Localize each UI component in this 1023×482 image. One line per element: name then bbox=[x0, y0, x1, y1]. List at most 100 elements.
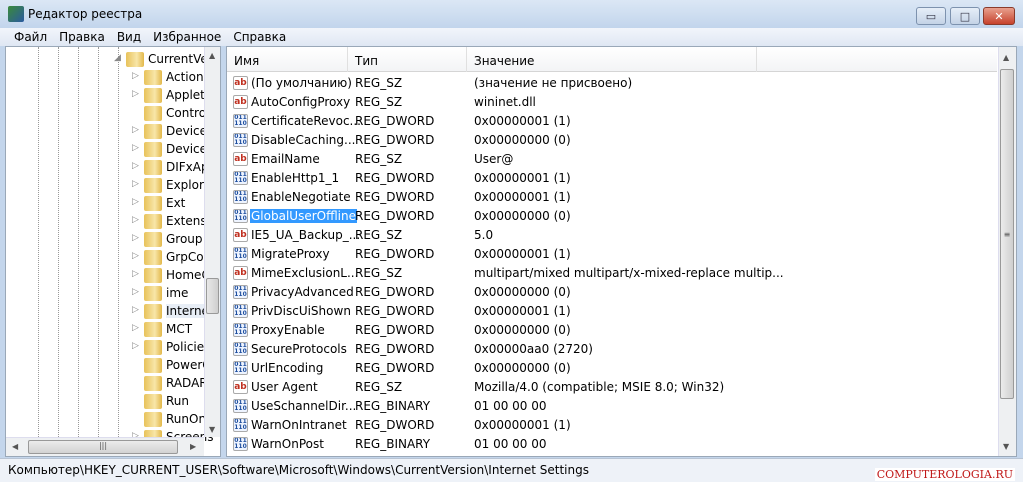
scroll-right-icon[interactable]: ▶ bbox=[190, 442, 196, 451]
expand-arrow-icon[interactable]: ▷ bbox=[132, 233, 139, 243]
tree-item[interactable]: ▷ Device bbox=[6, 140, 207, 158]
expand-arrow-icon[interactable]: ▷ bbox=[132, 341, 139, 351]
menu-help[interactable]: Справка bbox=[227, 28, 292, 46]
scroll-up-icon[interactable]: ▲ bbox=[1003, 53, 1009, 62]
folder-icon bbox=[144, 394, 162, 409]
tree-item[interactable]: ▷ Device bbox=[6, 122, 208, 140]
expand-arrow-icon[interactable]: ▷ bbox=[132, 215, 139, 225]
tree-item[interactable]: ▷ ime bbox=[6, 284, 206, 302]
folder-icon bbox=[144, 358, 162, 373]
minimize-button[interactable]: ▭ bbox=[916, 7, 946, 25]
table-row[interactable]: 011 110 PrivacyAdvanced REG_DWORD 0x0000000… bbox=[227, 283, 997, 302]
expand-arrow-icon[interactable]: ▷ bbox=[132, 143, 139, 153]
scroll-down-icon[interactable]: ▼ bbox=[1003, 442, 1009, 451]
expand-arrow-icon[interactable]: ▷ bbox=[132, 269, 139, 279]
menu-favorites[interactable]: Избранное bbox=[147, 28, 227, 46]
binary-value-icon: 011 110 bbox=[233, 323, 248, 337]
tree-item[interactable]: ▷ Policies bbox=[6, 338, 210, 356]
maximize-button[interactable]: □ bbox=[950, 7, 980, 25]
table-row[interactable]: 011 110 EnableNegotiate REG_DWORD 0x0000000… bbox=[227, 188, 997, 207]
menu-edit[interactable]: Правка bbox=[53, 28, 111, 46]
table-row[interactable]: ab IE5_UA_Backup_... REG_SZ 5.0 bbox=[227, 226, 997, 245]
folder-icon bbox=[144, 142, 162, 157]
expand-arrow-icon[interactable]: ▷ bbox=[132, 125, 139, 135]
scroll-left-icon[interactable]: ◀ bbox=[12, 442, 18, 451]
table-row[interactable]: ab User Agent REG_SZ Mozilla/4.0 (compatibl… bbox=[227, 378, 997, 397]
table-row[interactable]: 011 110 CertificateRevoc... REG_DWORD 0x000… bbox=[227, 112, 997, 131]
tree-item[interactable]: RADAR bbox=[6, 374, 208, 392]
list-scroll-thumb[interactable]: ≡ bbox=[1000, 69, 1014, 399]
value-data: 0x00000000 (0) bbox=[474, 323, 571, 337]
table-row[interactable]: ab EmailName REG_SZ User@ bbox=[227, 150, 997, 169]
table-row[interactable]: 011 110 DisableCaching... REG_DWORD 0x00000… bbox=[227, 131, 997, 150]
expand-arrow-icon[interactable]: ▷ bbox=[132, 251, 139, 261]
tree-item[interactable]: RunOn bbox=[6, 410, 206, 428]
binary-value-icon: 011 110 bbox=[233, 399, 248, 413]
table-row[interactable]: 011 110 ProxyEnable REG_DWORD 0x00000000 (0… bbox=[227, 321, 997, 340]
column-type[interactable]: Тип bbox=[348, 47, 467, 72]
tree-item[interactable]: ▷ Explore bbox=[6, 176, 211, 194]
tree-hscroll-thumb[interactable]: ||| bbox=[28, 440, 178, 454]
close-button[interactable]: ✕ bbox=[983, 7, 1015, 25]
tree-scroll-thumb[interactable] bbox=[206, 278, 219, 314]
expand-arrow-icon[interactable]: ▷ bbox=[132, 179, 139, 189]
value-data: 0x00000001 (1) bbox=[474, 247, 571, 261]
tree-item[interactable]: ▷ Action bbox=[6, 68, 206, 86]
folder-icon bbox=[144, 286, 162, 301]
tree-item-parent[interactable]: ◢ CurrentVer bbox=[6, 50, 213, 68]
folder-icon bbox=[144, 70, 162, 85]
table-row[interactable]: 011 110 MigrateProxy REG_DWORD 0x00000001 (… bbox=[227, 245, 997, 264]
tree-item[interactable]: ▷ MCT bbox=[6, 320, 206, 338]
table-row[interactable]: 011 110 SecureProtocols REG_DWORD 0x00000aa… bbox=[227, 340, 997, 359]
tree-item[interactable]: Run bbox=[6, 392, 206, 410]
column-name[interactable]: Имя bbox=[227, 47, 348, 72]
tree-item[interactable]: ▷ Interne bbox=[6, 302, 209, 320]
expand-arrow-icon[interactable]: ▷ bbox=[132, 323, 139, 333]
tree-item[interactable]: ▷ Applets bbox=[6, 86, 211, 104]
value-type: REG_DWORD bbox=[355, 114, 435, 128]
tree-item-label: Device bbox=[166, 124, 208, 138]
table-row[interactable]: 011 110 UrlEncoding REG_DWORD 0x00000000 (0… bbox=[227, 359, 997, 378]
tree-vertical-scrollbar[interactable] bbox=[204, 47, 220, 437]
expand-arrow-icon[interactable]: ▷ bbox=[132, 89, 139, 99]
folder-icon bbox=[144, 214, 162, 229]
table-row[interactable]: ab AutoConfigProxy REG_SZ wininet.dll bbox=[227, 93, 997, 112]
folder-icon bbox=[144, 124, 162, 139]
expanded-arrow-icon[interactable]: ◢ bbox=[114, 53, 121, 63]
values-list: Имя Тип Значение ab (По умолчанию) REG_SZ(… bbox=[226, 46, 1017, 457]
menu-view[interactable]: Вид bbox=[111, 28, 147, 46]
table-row[interactable]: 011 110 UseSchannelDir... REG_BINARY 01 00 … bbox=[227, 397, 997, 416]
tree-item-label: MCT bbox=[166, 322, 193, 336]
column-value[interactable]: Значение bbox=[467, 47, 757, 72]
tree-item[interactable]: Contro bbox=[6, 104, 206, 122]
tree-item[interactable]: ▷ DIFxAp bbox=[6, 158, 209, 176]
table-row[interactable]: 011 110 WarnOnPost REG_BINARY 01 00 00 00 bbox=[227, 435, 997, 454]
binary-value-icon: 011 110 bbox=[233, 247, 248, 261]
table-row[interactable]: 011 110 WarnOnIntranet REG_DWORD 0x00000001… bbox=[227, 416, 997, 435]
value-data: multipart/mixed multipart/x-mixed-replac… bbox=[474, 266, 784, 280]
expand-arrow-icon[interactable]: ▷ bbox=[132, 161, 139, 171]
menu-file[interactable]: Файл bbox=[8, 28, 53, 46]
table-row[interactable]: 011 110 GlobalUserOffline REG_DWORD 0x00000… bbox=[227, 207, 997, 226]
tree-item-label: Run bbox=[166, 394, 190, 408]
table-row[interactable]: 011 110 PrivDiscUiShown REG_DWORD 0x0000000… bbox=[227, 302, 997, 321]
tree-item[interactable]: ▷ Group I bbox=[6, 230, 210, 248]
tree-item[interactable]: ▷ Ext bbox=[6, 194, 206, 212]
scroll-down-icon[interactable]: ▼ bbox=[209, 425, 215, 434]
binary-value-icon: 011 110 bbox=[233, 114, 248, 128]
table-row[interactable]: ab (По умолчанию) REG_SZ (значение не присв… bbox=[227, 74, 997, 93]
expand-arrow-icon[interactable]: ▷ bbox=[132, 305, 139, 315]
table-row[interactable]: 011 110 EnableHttp1_1 REG_DWORD 0x00000001 … bbox=[227, 169, 997, 188]
value-type: REG_DWORD bbox=[355, 190, 435, 204]
expand-arrow-icon[interactable]: ▷ bbox=[132, 287, 139, 297]
value-data: 01 00 00 00 bbox=[474, 437, 547, 451]
tree-item[interactable]: PowerC bbox=[6, 356, 211, 374]
tree-item[interactable]: ▷ GrpCor bbox=[6, 248, 209, 266]
expand-arrow-icon[interactable]: ▷ bbox=[132, 197, 139, 207]
expand-arrow-icon[interactable]: ▷ bbox=[132, 71, 139, 81]
folder-icon bbox=[144, 304, 162, 319]
tree-item[interactable]: ▷ HomeG bbox=[6, 266, 211, 284]
table-row[interactable]: ab MimeExclusionL... REG_SZ multipart/mixed… bbox=[227, 264, 997, 283]
tree-item[interactable]: ▷ Extensio bbox=[6, 212, 217, 230]
scroll-up-icon[interactable]: ▲ bbox=[209, 51, 215, 60]
